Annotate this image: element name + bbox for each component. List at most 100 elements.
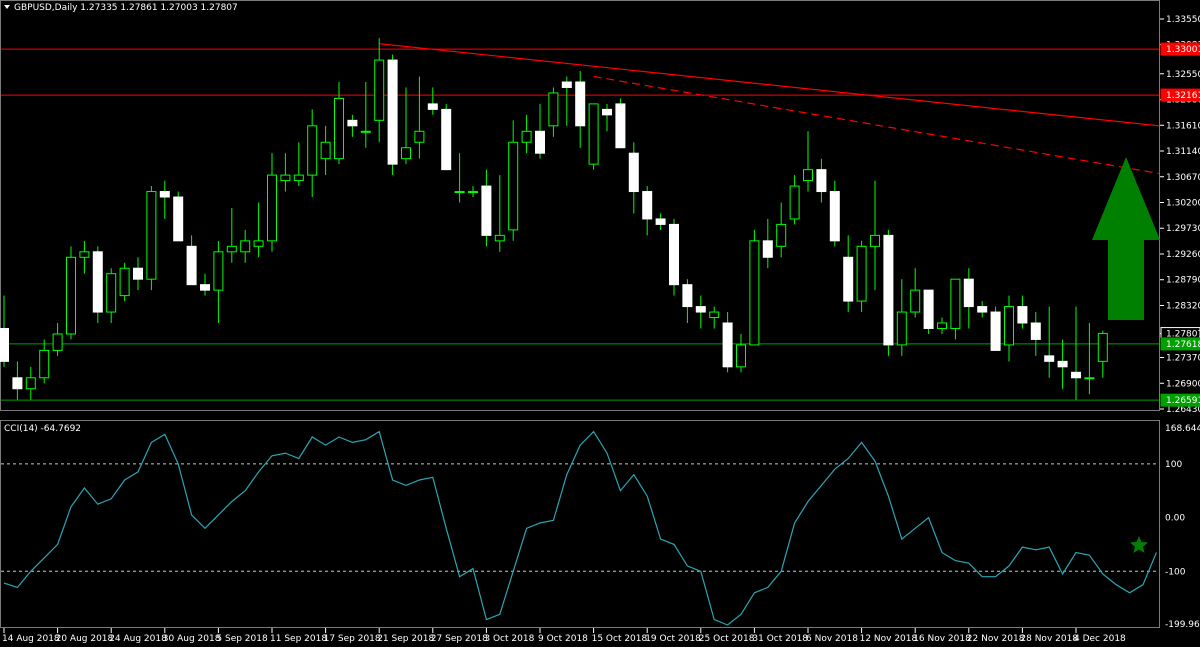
candle-body[interactable]	[923, 289, 934, 329]
candle-body[interactable]	[360, 130, 371, 133]
time-axis-label: 6 Nov 2018	[806, 634, 858, 644]
cci-line[interactable]	[3, 430, 1157, 626]
candle-body[interactable]	[66, 256, 76, 335]
candle-body[interactable]	[615, 103, 626, 149]
candle-body[interactable]	[79, 251, 90, 258]
candle-body[interactable]	[494, 234, 505, 242]
time-axis-label: 12 Nov 2018	[860, 634, 918, 644]
candle-body[interactable]	[320, 141, 331, 160]
candle-body[interactable]	[682, 284, 693, 308]
candle-body[interactable]	[883, 234, 894, 346]
candle-body[interactable]	[1044, 355, 1055, 362]
time-axis-label: 21 Sep 2018	[377, 634, 434, 644]
candle-body[interactable]	[293, 174, 304, 182]
time-axis-label: 30 Aug 2018	[163, 634, 221, 644]
candle-body[interactable]	[803, 169, 813, 182]
candle-body[interactable]	[347, 119, 358, 127]
candle-body[interactable]	[628, 152, 639, 193]
triangle-down-icon[interactable]	[4, 5, 10, 9]
candle-body[interactable]	[829, 191, 840, 242]
price-tag-label: 1.33001	[1166, 45, 1200, 55]
candle-body[interactable]	[1017, 306, 1028, 324]
candle-body[interactable]	[642, 191, 653, 220]
candle-body[interactable]	[307, 125, 318, 176]
candle-body[interactable]	[508, 141, 519, 231]
candle-body[interactable]	[1084, 377, 1095, 380]
candle-body[interactable]	[870, 234, 880, 247]
candle-body[interactable]	[695, 306, 706, 313]
candle-body[interactable]	[280, 174, 291, 182]
candle-body[interactable]	[910, 289, 921, 313]
candle-body[interactable]	[1097, 332, 1108, 362]
candle-body[interactable]	[575, 81, 586, 127]
candle-body[interactable]	[414, 130, 425, 143]
candle-body[interactable]	[669, 223, 679, 286]
candle-body[interactable]	[0, 327, 9, 362]
candle-body[interactable]	[441, 108, 452, 171]
time-axis-label: 4 Dec 2018	[1074, 634, 1126, 644]
candle-body[interactable]	[535, 130, 545, 154]
candle-body[interactable]	[253, 240, 264, 247]
candle-body[interactable]	[749, 240, 760, 346]
candle-body[interactable]	[454, 191, 465, 194]
candle-body[interactable]	[186, 245, 197, 286]
candle-body[interactable]	[52, 333, 63, 351]
candle-body[interactable]	[602, 108, 612, 116]
candle-body[interactable]	[226, 245, 237, 253]
time-axis-label: 15 Oct 2018	[592, 634, 648, 644]
candle-body[interactable]	[548, 92, 559, 127]
candle-body[interactable]	[39, 349, 50, 379]
indicator-panel[interactable]	[0, 420, 1160, 628]
cci-axis-label: 168.6443	[1165, 424, 1200, 434]
candle-body[interactable]	[12, 377, 23, 390]
candle-body[interactable]	[762, 240, 773, 258]
candle-body[interactable]	[1071, 371, 1081, 379]
candle-body[interactable]	[119, 267, 130, 297]
candle-body[interactable]	[240, 240, 251, 253]
candle-body[interactable]	[521, 130, 532, 143]
candle-body[interactable]	[401, 147, 411, 160]
candle-body[interactable]	[133, 267, 143, 280]
symbol-title: GBPUSD,Daily 1.27335 1.27861 1.27003 1.2…	[14, 3, 238, 13]
candle-body[interactable]	[200, 284, 210, 291]
candle-body[interactable]	[92, 251, 103, 313]
candle-body[interactable]	[159, 191, 170, 198]
candle-body[interactable]	[856, 245, 867, 302]
candle-body[interactable]	[25, 377, 36, 390]
candle-body[interactable]	[561, 81, 572, 88]
candle-body[interactable]	[937, 322, 947, 329]
candle-body[interactable]	[843, 256, 854, 302]
candle-body[interactable]	[896, 311, 907, 346]
candle-body[interactable]	[1004, 306, 1014, 346]
candle-body[interactable]	[588, 103, 599, 165]
candle-body[interactable]	[334, 97, 344, 160]
time-axis-label: 3 Oct 2018	[484, 634, 534, 644]
trendline[interactable]	[593, 75, 1160, 175]
candle-body[interactable]	[950, 278, 961, 329]
candle-body[interactable]	[468, 191, 478, 194]
candle-body[interactable]	[146, 191, 157, 280]
candle-body[interactable]	[267, 174, 277, 242]
candle-body[interactable]	[816, 169, 827, 193]
candle-body[interactable]	[1030, 322, 1041, 340]
candle-body[interactable]	[789, 185, 800, 220]
candle-body[interactable]	[1057, 360, 1068, 368]
candle-body[interactable]	[736, 344, 746, 368]
candle-body[interactable]	[709, 311, 720, 319]
candle-body[interactable]	[106, 273, 117, 313]
candle-body[interactable]	[990, 311, 1001, 351]
candle-body[interactable]	[481, 185, 492, 236]
candle-body[interactable]	[213, 251, 224, 291]
candle-body[interactable]	[374, 59, 385, 121]
candle-body[interactable]	[776, 223, 787, 247]
candle-body[interactable]	[655, 218, 666, 225]
trading-chart[interactable]: 1.335501.330811.325501.320801.316101.311…	[0, 0, 1200, 647]
candle-body[interactable]	[722, 322, 733, 368]
candle-body[interactable]	[977, 306, 988, 313]
candle-body[interactable]	[173, 196, 184, 242]
cci-axis-label: -199.9609	[1165, 620, 1200, 630]
candle-body[interactable]	[963, 278, 974, 308]
candle-body[interactable]	[427, 103, 438, 110]
candle-body[interactable]	[387, 59, 398, 165]
trendline[interactable]	[379, 43, 1160, 127]
